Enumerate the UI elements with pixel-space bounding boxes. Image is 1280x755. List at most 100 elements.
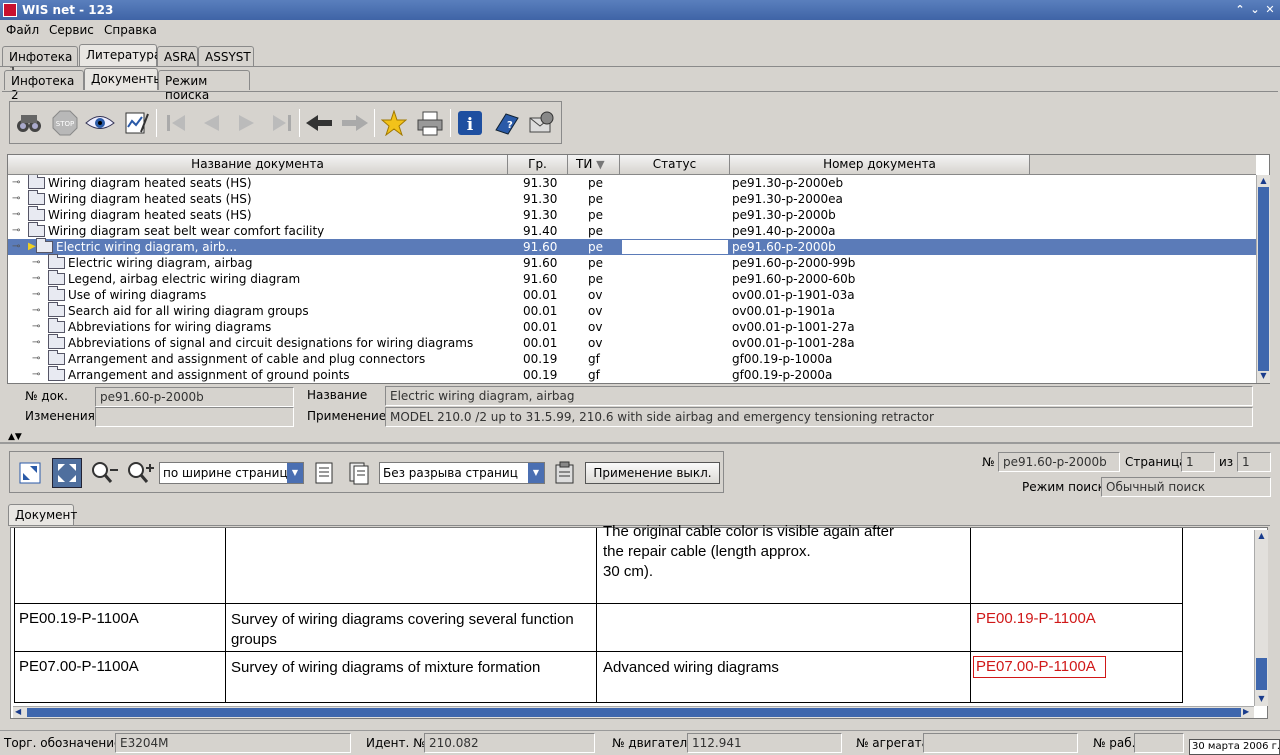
scroll-down-icon[interactable]: ▼ bbox=[1257, 370, 1270, 382]
tree-row[interactable]: ⊸ Wiring diagram heated seats (HS) 91.30 pe… bbox=[8, 175, 1256, 191]
tree-row[interactable]: ⊸ Search aid for all wiring diagram group… bbox=[8, 302, 1256, 319]
scroll-up-icon[interactable]: ▲ bbox=[1257, 175, 1270, 187]
fit-page-icon[interactable] bbox=[15, 458, 45, 488]
col-header-ti[interactable]: ТИ ▼ bbox=[568, 155, 620, 175]
doc-row-2-link[interactable]: PE07.00-P-1100A bbox=[971, 655, 1181, 679]
col-header-status[interactable]: Статус bbox=[620, 155, 730, 175]
tree-row[interactable]: ⊸ Use of wiring diagrams 00.01 ov ov00.01-p-… bbox=[8, 286, 1256, 303]
tree-cell-doc-number: gf00.19-p-1000a bbox=[732, 352, 833, 366]
tab-documents[interactable]: Документы bbox=[84, 68, 163, 90]
close-button[interactable]: ✕ bbox=[1262, 2, 1278, 18]
expand-toggle-icon[interactable]: ⊸ bbox=[32, 255, 40, 271]
minimize-button[interactable]: ⌃ bbox=[1232, 2, 1248, 18]
first-page-icon[interactable] bbox=[161, 108, 191, 138]
tab-infoteka-1[interactable]: Инфотека 1 bbox=[2, 46, 78, 78]
menu-help[interactable]: Справка bbox=[104, 23, 157, 37]
stop-icon[interactable]: STOP bbox=[50, 108, 80, 138]
edit-document-icon[interactable] bbox=[121, 108, 151, 138]
scroll-thumb[interactable] bbox=[1256, 658, 1267, 690]
folder-icon bbox=[28, 206, 45, 221]
fullscreen-icon[interactable] bbox=[52, 458, 82, 488]
expand-toggle-icon[interactable]: ⊸ bbox=[12, 175, 20, 191]
tab-document[interactable]: Документ bbox=[8, 504, 77, 526]
tree-row[interactable]: ⊸ Electric wiring diagram, airbag 91.60 pe p… bbox=[8, 254, 1256, 271]
tree-row[interactable]: ⊸ Abbreviations of signal and circuit des… bbox=[8, 334, 1256, 351]
splitter-collapse-icon[interactable]: ▲▼ bbox=[8, 432, 22, 442]
tree-row[interactable]: ⊸ Arrangement and assignment of cable and… bbox=[8, 350, 1256, 367]
favorite-star-icon[interactable] bbox=[379, 108, 409, 138]
expand-toggle-icon[interactable]: ⊸ bbox=[12, 239, 20, 255]
col-header-group[interactable]: Гр. bbox=[508, 155, 568, 175]
tab-asra[interactable]: ASRA bbox=[157, 46, 198, 66]
tree-row[interactable]: ⊸ Abbreviations for wiring diagrams 00.01 o… bbox=[8, 318, 1256, 335]
tree-vertical-scrollbar[interactable]: ▲ ▼ bbox=[1256, 175, 1270, 383]
expand-toggle-icon[interactable]: ⊸ bbox=[32, 303, 40, 319]
expand-toggle-icon[interactable]: ⊸ bbox=[32, 367, 40, 383]
doc-row-1-title: Survey of wiring diagrams covering sever… bbox=[231, 611, 574, 648]
tree-row[interactable]: ⊸ ▶ Electric wiring diagram, airb... 91.60 p… bbox=[8, 238, 1256, 255]
expand-toggle-icon[interactable]: ⊸ bbox=[32, 351, 40, 367]
single-page-icon[interactable] bbox=[309, 458, 339, 488]
clipboard-icon[interactable] bbox=[550, 458, 580, 488]
splitter[interactable]: ▲▼ bbox=[0, 432, 1280, 444]
page-break-select[interactable]: Без разрыва страниц ▼ bbox=[379, 462, 545, 484]
multi-page-icon[interactable] bbox=[344, 458, 374, 488]
doc-row-1-note bbox=[598, 608, 968, 612]
tab-assyst[interactable]: ASSYST bbox=[198, 46, 254, 66]
scroll-left-icon[interactable]: ◀ bbox=[15, 707, 21, 716]
col-header-name[interactable]: Название документа bbox=[8, 155, 508, 175]
tree-row[interactable]: ⊸ Wiring diagram heated seats (HS) 91.30 pe… bbox=[8, 190, 1256, 207]
tree-row[interactable]: ⊸ Wiring diagram heated seats (HS) 91.30 pe… bbox=[8, 206, 1256, 223]
tree-cell-group: 91.60 bbox=[523, 240, 558, 254]
scroll-down-icon[interactable]: ▼ bbox=[1255, 693, 1268, 705]
scroll-thumb[interactable] bbox=[27, 708, 1241, 717]
tree-cell-doc-number: ov00.01-p-1001-27a bbox=[732, 320, 855, 334]
expand-toggle-icon[interactable]: ⊸ bbox=[12, 191, 20, 207]
folder-icon bbox=[48, 254, 65, 269]
back-icon[interactable] bbox=[304, 108, 334, 138]
zoom-out-icon[interactable] bbox=[90, 458, 120, 488]
scroll-right-icon[interactable]: ▶ bbox=[1243, 707, 1249, 716]
last-page-icon[interactable] bbox=[267, 108, 297, 138]
expand-toggle-icon[interactable]: ⊸ bbox=[12, 207, 20, 223]
tab-infoteka-2[interactable]: Инфотека 2 bbox=[4, 70, 84, 102]
eye-icon[interactable] bbox=[85, 108, 115, 138]
page-field[interactable]: 1 bbox=[1181, 452, 1215, 472]
apply-off-button[interactable]: Применение выкл. bbox=[585, 462, 720, 484]
print-icon[interactable] bbox=[415, 108, 445, 138]
expand-toggle-icon[interactable]: ⊸ bbox=[32, 287, 40, 303]
usage-field: MODEL 210.0 /2 up to 31.5.99, 210.6 with… bbox=[385, 407, 1253, 427]
chevron-down-icon[interactable]: ▼ bbox=[287, 463, 303, 483]
zoom-select[interactable]: по ширине страницы ▼ bbox=[159, 462, 304, 484]
tab-search-mode[interactable]: Режим поиска bbox=[158, 70, 250, 102]
expand-toggle-icon[interactable]: ⊸ bbox=[32, 271, 40, 287]
send-icon[interactable] bbox=[526, 108, 556, 138]
tree-row[interactable]: ⊸ Legend, airbag electric wiring diagram 9… bbox=[8, 270, 1256, 287]
help-book-icon[interactable]: ? bbox=[491, 108, 521, 138]
expand-toggle-icon[interactable]: ⊸ bbox=[12, 223, 20, 239]
zoom-in-icon[interactable] bbox=[126, 458, 156, 488]
tab-literature[interactable]: Литература bbox=[79, 44, 161, 66]
scroll-up-icon[interactable]: ▲ bbox=[1255, 530, 1268, 542]
forward-icon[interactable] bbox=[340, 108, 370, 138]
previous-icon[interactable] bbox=[196, 108, 226, 138]
doc-horizontal-scrollbar[interactable]: ◀ ▶ bbox=[13, 706, 1254, 718]
expand-toggle-icon[interactable]: ⊸ bbox=[32, 319, 40, 335]
chevron-down-icon[interactable]: ▼ bbox=[528, 463, 544, 483]
tree-row[interactable]: ⊸ Wiring diagram seat belt wear comfort f… bbox=[8, 222, 1256, 239]
col-header-doc-number[interactable]: Номер документа bbox=[730, 155, 1030, 175]
next-icon[interactable] bbox=[232, 108, 262, 138]
info-icon[interactable]: i bbox=[455, 108, 485, 138]
menu-file[interactable]: Файл bbox=[6, 23, 39, 37]
tree-row[interactable]: ⊸ Arrangement and assignment of ground po… bbox=[8, 366, 1256, 383]
folder-icon bbox=[48, 350, 65, 365]
expand-toggle-icon[interactable]: ⊸ bbox=[32, 335, 40, 351]
scroll-thumb[interactable] bbox=[1258, 187, 1269, 371]
doc-vertical-scrollbar[interactable]: ▲ ▼ bbox=[1254, 530, 1268, 706]
menu-service[interactable]: Сервис bbox=[49, 23, 94, 37]
binoculars-icon[interactable] bbox=[14, 108, 44, 138]
doc-row-1-link[interactable]: PE00.19-P-1100A bbox=[971, 607, 1181, 631]
maximize-button[interactable]: ⌄ bbox=[1247, 2, 1263, 18]
ident-label: Идент. № bbox=[366, 736, 426, 750]
doc-row-2-note: Advanced wiring diagrams bbox=[603, 659, 779, 676]
